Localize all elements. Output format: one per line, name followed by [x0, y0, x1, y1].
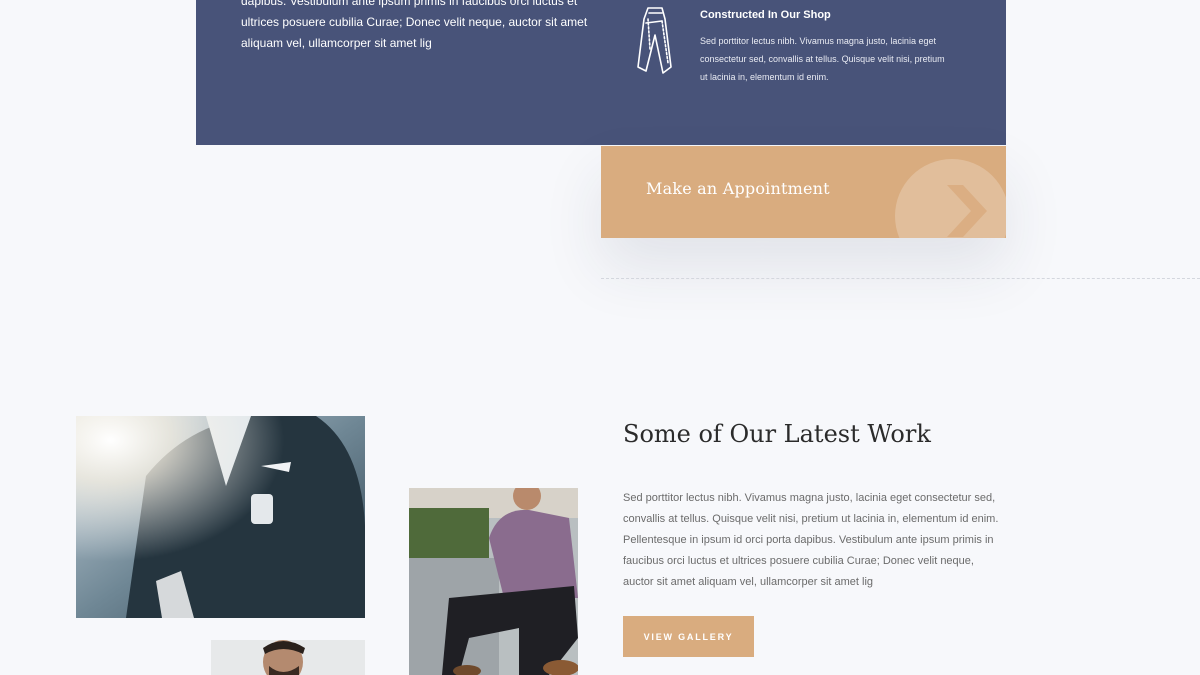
- feature-desc-line: consectetur sed, convallis at tellus. Qu…: [700, 54, 945, 64]
- latest-work-line: Sed porttitor lectus nibh. Vivamus magna…: [623, 492, 996, 504]
- features-panel: dapibus. Vestibulum ante ipsum primis in…: [196, 0, 1006, 145]
- chevron-right-icon: [939, 183, 989, 238]
- section-divider: [601, 278, 1200, 279]
- features-intro-line: ultrices posuere cubilia Curae; Donec ve…: [241, 15, 588, 29]
- features-intro-line: aliquam vel, ullamcorper sit amet lig: [241, 36, 432, 50]
- latest-work-line: auctor sit amet aliquam vel, ullamcorper…: [623, 576, 874, 588]
- feature-desc-line: ut lacinia in, elementum id enim.: [700, 72, 829, 82]
- feature-title: Constructed In Our Shop: [700, 9, 831, 21]
- gallery-photo-seated-man: [409, 488, 578, 675]
- gallery-photo-suit: [76, 416, 365, 618]
- feature-description: Sed porttitor lectus nibh. Vivamus magna…: [700, 32, 970, 86]
- latest-work-heading: Some of Our Latest Work: [623, 420, 931, 448]
- latest-work-line: Pellentesque in ipsum id orci porta dapi…: [623, 534, 994, 546]
- view-gallery-button[interactable]: VIEW GALLERY: [623, 616, 754, 657]
- appointment-link[interactable]: Make an Appointment: [601, 146, 1006, 238]
- gallery-photo-smiling-man: [211, 640, 365, 675]
- latest-work-line: faucibus orci luctus et ultrices posuere…: [623, 555, 974, 567]
- trousers-icon: [626, 5, 678, 77]
- appointment-label: Make an Appointment: [646, 179, 830, 198]
- latest-work-line: convallis at tellus. Quisque velit nisi,…: [623, 513, 999, 525]
- features-intro-text: dapibus. Vestibulum ante ipsum primis in…: [241, 0, 588, 54]
- feature-desc-line: Sed porttitor lectus nibh. Vivamus magna…: [700, 36, 936, 46]
- features-intro-line: dapibus. Vestibulum ante ipsum primis in…: [241, 0, 578, 8]
- page: dapibus. Vestibulum ante ipsum primis in…: [0, 0, 1200, 675]
- latest-work-description: Sed porttitor lectus nibh. Vivamus magna…: [623, 488, 1023, 593]
